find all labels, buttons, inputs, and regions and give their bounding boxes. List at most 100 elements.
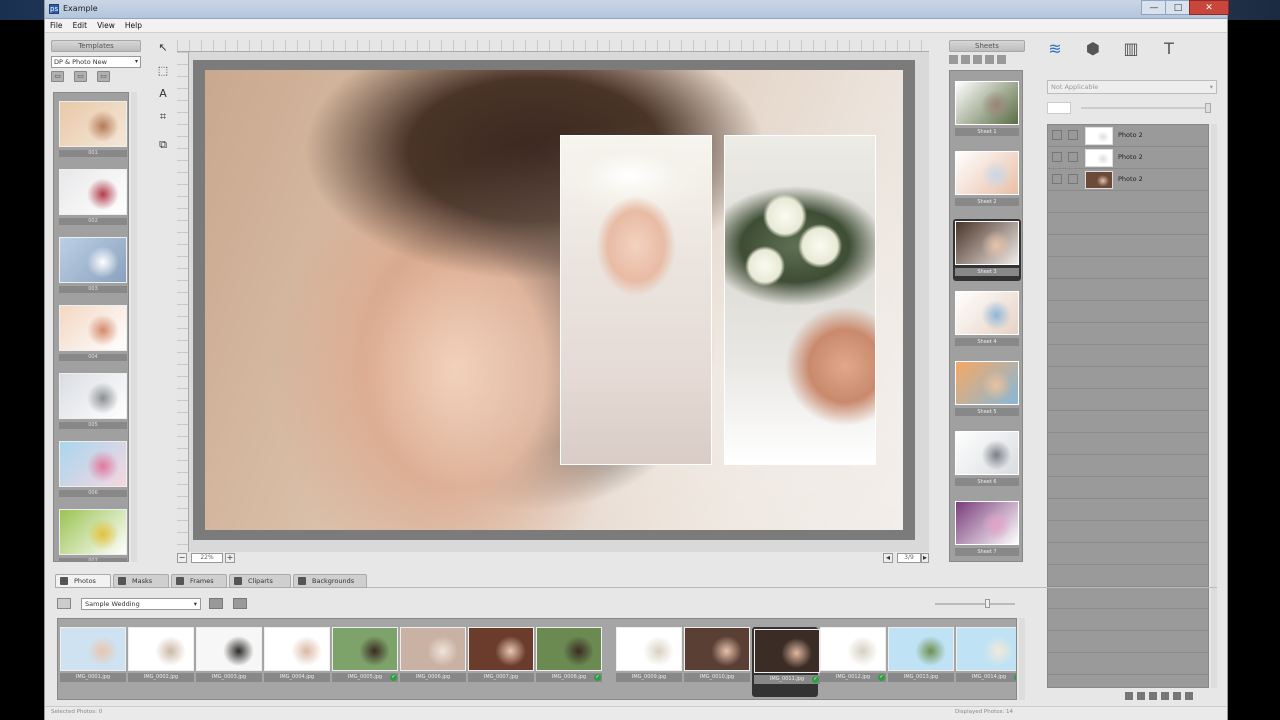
open-folder-icon[interactable] <box>209 598 223 609</box>
thumb-size-knob[interactable] <box>985 599 990 608</box>
template-item[interactable]: 003 <box>59 237 127 297</box>
next-page-button[interactable]: ▸ <box>921 553 929 563</box>
template-item[interactable]: 002 <box>59 169 127 229</box>
zoom-in-button[interactable]: + <box>225 553 235 563</box>
layer-copy-icon[interactable] <box>1149 692 1157 700</box>
photo-item[interactable]: IMG_0004.jpg <box>264 627 330 697</box>
frame-icon[interactable]: ⧉ <box>155 137 171 153</box>
add-sheet-icon[interactable] <box>949 55 958 64</box>
photo-item[interactable]: IMG_0008.jpg ✓ <box>536 627 602 697</box>
template-item[interactable]: 004 <box>59 305 127 365</box>
sheet-thumbnail <box>955 151 1019 195</box>
text-icon[interactable]: A <box>155 86 171 102</box>
copy-sheet-icon[interactable] <box>973 55 982 64</box>
menu-edit[interactable]: Edit <box>68 19 93 33</box>
sheet-item[interactable]: Sheet 7 <box>953 499 1021 561</box>
frames-icon <box>176 577 184 585</box>
link-icon[interactable] <box>1125 692 1133 700</box>
album-select[interactable]: Sample Wedding ▾ <box>81 598 201 610</box>
templates-list: 001 002 003 004 005 006 007 <box>53 92 129 562</box>
slider-knob[interactable] <box>1205 103 1211 113</box>
blend-mode-select[interactable]: Not Applicable ▾ <box>1047 80 1217 94</box>
visibility-checkbox[interactable] <box>1052 152 1062 162</box>
bouquet-photo[interactable] <box>724 135 876 465</box>
duplicate-sheet-icon[interactable] <box>961 55 970 64</box>
template-item[interactable]: 001 <box>59 101 127 161</box>
photo-item[interactable]: IMG_0002.jpg <box>128 627 194 697</box>
minimize-button[interactable]: — <box>1141 0 1167 15</box>
crop-icon[interactable]: ⌗ <box>155 109 171 125</box>
tab-masks[interactable]: Masks <box>113 574 169 588</box>
gallery-icon[interactable] <box>57 598 71 609</box>
lock-checkbox[interactable] <box>1068 174 1078 184</box>
refresh-folder-icon[interactable]: ▭ <box>97 71 110 82</box>
zoom-out-button[interactable]: − <box>177 553 187 563</box>
text-tab-icon[interactable]: T <box>1159 38 1179 60</box>
template-item[interactable]: 007 <box>59 509 127 561</box>
sheet-item[interactable]: Sheet 3 <box>953 219 1021 281</box>
delete-sheet-icon[interactable] <box>997 55 1006 64</box>
layer-row[interactable]: Photo 2 <box>1048 125 1208 147</box>
cube-icon[interactable]: ⬢ <box>1083 38 1103 60</box>
template-item[interactable]: 006 <box>59 441 127 501</box>
photo-item[interactable]: IMG_0007.jpg <box>468 627 534 697</box>
menu-file[interactable]: File <box>45 19 68 33</box>
photo-label: IMG_0003.jpg <box>196 673 262 682</box>
thumb-size-track <box>935 603 1015 605</box>
zoom-value[interactable]: 22% <box>191 553 223 563</box>
visibility-checkbox[interactable] <box>1052 174 1062 184</box>
lock-checkbox[interactable] <box>1068 130 1078 140</box>
opacity-slider[interactable] <box>1047 102 1219 114</box>
add-folder-icon[interactable] <box>233 598 247 609</box>
sheet-background-photo[interactable] <box>205 70 903 530</box>
sheet-item[interactable]: Sheet 5 <box>953 359 1021 421</box>
photo-item[interactable]: IMG_0011.jpg ✓ <box>752 627 820 697</box>
select-icon[interactable]: ⬚ <box>155 63 171 79</box>
tab-cliparts[interactable]: Cliparts <box>229 574 291 588</box>
lock-checkbox[interactable] <box>1068 152 1078 162</box>
bride-portrait-photo[interactable] <box>560 135 712 465</box>
sheet-item[interactable]: Sheet 4 <box>953 289 1021 351</box>
photo-item[interactable]: IMG_0006.jpg <box>400 627 466 697</box>
tab-backgrounds[interactable]: Backgrounds <box>293 574 367 588</box>
trash-icon[interactable] <box>1185 692 1193 700</box>
tab-frames[interactable]: Frames <box>171 574 227 588</box>
photo-item[interactable]: IMG_0012.jpg ✓ <box>820 627 886 697</box>
template-item[interactable]: 005 <box>59 373 127 433</box>
layers-icon[interactable]: ≋ <box>1045 38 1065 60</box>
visibility-checkbox[interactable] <box>1052 130 1062 140</box>
pointer-icon[interactable]: ↖ <box>155 40 171 56</box>
photo-item[interactable]: IMG_0013.jpg <box>888 627 954 697</box>
sheet-item[interactable]: Sheet 2 <box>953 149 1021 211</box>
maximize-button[interactable]: □ <box>1165 0 1191 15</box>
layer-merge-icon[interactable] <box>1173 692 1181 700</box>
layer-add-icon[interactable] <box>1137 692 1145 700</box>
layer-group-icon[interactable] <box>1161 692 1169 700</box>
layer-row[interactable]: Photo 2 <box>1048 169 1208 191</box>
photo-item[interactable]: IMG_0001.jpg <box>60 627 126 697</box>
photo-item[interactable]: IMG_0009.jpg <box>616 627 682 697</box>
paste-sheet-icon[interactable] <box>985 55 994 64</box>
templates-scrollbar[interactable] <box>131 92 137 562</box>
sheet-item[interactable]: Sheet 1 <box>953 79 1021 141</box>
columns-icon[interactable]: ▥ <box>1121 38 1141 60</box>
prev-page-button[interactable]: ◂ <box>883 553 893 563</box>
photo-strip-scrollbar[interactable] <box>1019 618 1025 700</box>
menu-help[interactable]: Help <box>120 19 147 33</box>
tab-photos[interactable]: Photos <box>55 574 111 588</box>
page-indicator[interactable]: 3/9 <box>897 553 921 563</box>
photo-item[interactable]: IMG_0003.jpg <box>196 627 262 697</box>
photo-item[interactable]: IMG_0014.jpg ✓ <box>956 627 1016 697</box>
template-set-select[interactable]: DP & Photo New ▾ <box>51 56 141 68</box>
layer-row[interactable]: Photo 2 <box>1048 147 1208 169</box>
menu-view[interactable]: View <box>92 19 120 33</box>
sheet-thumbnail <box>955 221 1019 265</box>
photo-item[interactable]: IMG_0005.jpg ✓ <box>332 627 398 697</box>
sheet-item[interactable]: Sheet 6 <box>953 429 1021 491</box>
add-folder-icon[interactable]: ▭ <box>74 71 87 82</box>
close-button[interactable]: ✕ <box>1189 0 1229 15</box>
photo-label: IMG_0005.jpg ✓ <box>332 673 398 682</box>
color-swatch[interactable] <box>1047 102 1071 114</box>
open-folder-icon[interactable]: ▭ <box>51 71 64 82</box>
photo-item[interactable]: IMG_0010.jpg <box>684 627 750 697</box>
